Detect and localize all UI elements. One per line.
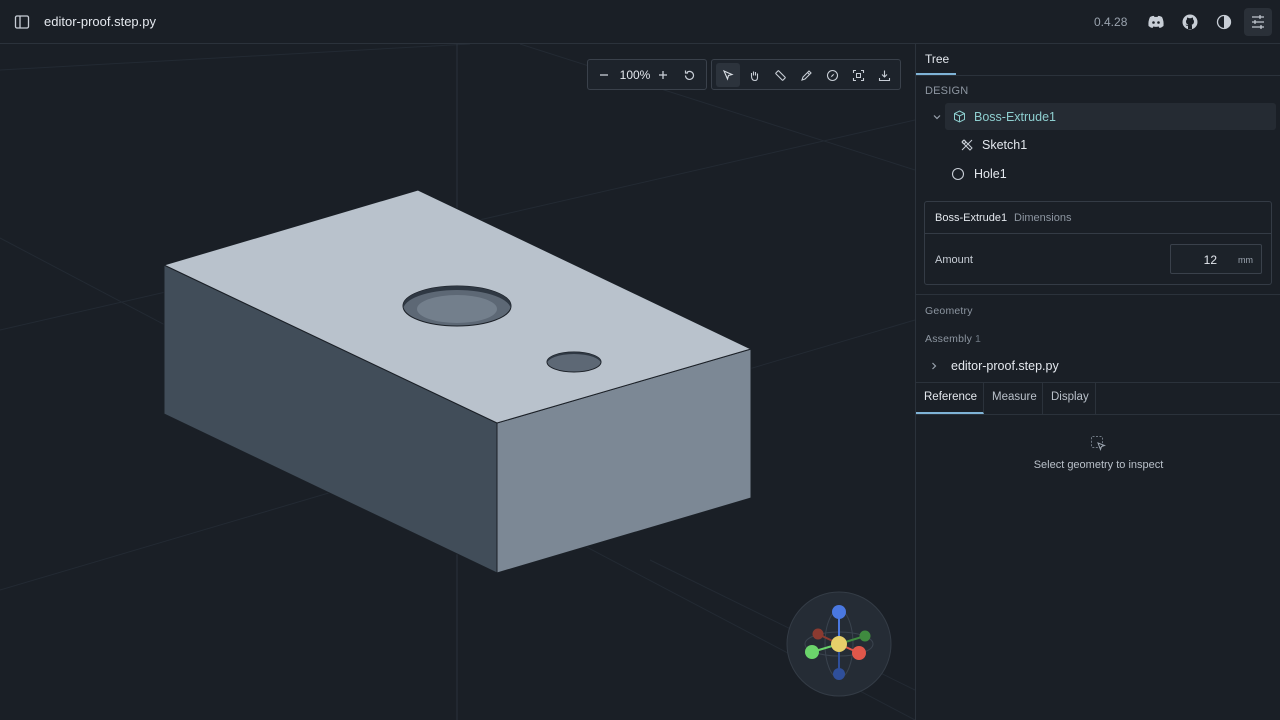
tree-item-hole1[interactable]: Hole1 — [945, 160, 1276, 187]
chevron-right-icon[interactable] — [929, 361, 939, 371]
dimensions-card: Boss-Extrude1 Dimensions Amount 12 mm — [924, 201, 1272, 285]
inspector-panel: Tree DESIGN Boss-Extrude1 Sketch1 Hole1 … — [915, 44, 1280, 720]
axis-z-neg — [833, 668, 845, 680]
axis-x-neg — [812, 628, 824, 640]
zoom-level: 100% — [619, 68, 651, 82]
chevron-down-icon[interactable] — [932, 112, 942, 122]
file-name: editor-proof.step.py — [44, 14, 157, 29]
discord-icon[interactable] — [1146, 12, 1166, 32]
dimensions-title: Boss-Extrude1 — [935, 212, 1008, 224]
github-icon[interactable] — [1180, 12, 1200, 32]
fit-view-icon — [852, 69, 864, 81]
design-section-label: DESIGN — [925, 85, 969, 97]
version-label: 0.4.28 — [1094, 15, 1128, 29]
zoom-controls: 100% — [587, 59, 707, 90]
plus-icon — [659, 71, 667, 79]
axis-y-pos — [805, 645, 819, 659]
tree-item-label: Sketch1 — [982, 138, 1028, 152]
assembly-count: 1 — [975, 333, 982, 345]
tree-item-label: Hole1 — [974, 167, 1007, 181]
select-icon — [722, 69, 734, 81]
tree-item-sketch1[interactable]: Sketch1 — [945, 131, 1276, 158]
measure-tool-button[interactable] — [771, 66, 789, 84]
zoom-in-button[interactable] — [654, 66, 672, 84]
gizmo-center — [831, 636, 847, 652]
sliders-icon[interactable] — [1244, 8, 1272, 36]
axis-z-pos — [832, 605, 846, 619]
circle-icon — [951, 167, 965, 181]
3d-viewport[interactable] — [0, 44, 915, 720]
download-button[interactable] — [875, 66, 893, 84]
tool-controls — [711, 59, 901, 90]
orientation-gizmo[interactable] — [786, 591, 892, 697]
assembly-section-label: Assembly — [925, 333, 973, 345]
amount-input[interactable]: 12 mm — [1170, 244, 1262, 274]
pan-tool-button[interactable] — [745, 66, 763, 84]
measure-ruler-icon — [774, 69, 786, 81]
scene-canvas[interactable] — [0, 44, 915, 720]
axis-x-pos — [852, 646, 866, 660]
amount-unit: mm — [1238, 255, 1253, 265]
large-hole[interactable] — [402, 285, 512, 327]
fit-view-button[interactable] — [849, 66, 867, 84]
axis-y-neg — [859, 630, 871, 642]
tab-divider — [916, 75, 1280, 76]
select-tool-button[interactable] — [716, 63, 740, 87]
tab-reference[interactable]: Reference — [916, 383, 984, 414]
amount-value: 12 — [1203, 253, 1217, 267]
sketch-icon — [961, 139, 973, 151]
top-bar: editor-proof.step.py 0.4.28 — [0, 0, 1280, 44]
annotate-tool-button[interactable] — [797, 66, 815, 84]
contrast-icon[interactable] — [1214, 12, 1234, 32]
download-icon — [878, 70, 890, 81]
tab-measure[interactable]: Measure — [984, 383, 1043, 414]
minus-icon — [600, 74, 608, 76]
dimensions-header: Boss-Extrude1 Dimensions — [925, 202, 1271, 234]
amount-label: Amount — [935, 254, 973, 266]
pointer-select-icon — [1091, 436, 1106, 451]
empty-state-text: Select geometry to inspect — [1033, 459, 1164, 471]
zoom-out-button[interactable] — [595, 66, 613, 84]
tab-tree[interactable]: Tree — [916, 44, 956, 75]
tree-item-label: Boss-Extrude1 — [974, 110, 1056, 124]
small-hole[interactable] — [546, 351, 602, 373]
sidebar-toggle-icon[interactable] — [14, 14, 30, 30]
explode-tool-button[interactable] — [823, 66, 841, 84]
dimensions-subtitle: Dimensions — [1014, 212, 1072, 224]
tree-item-boss-extrude1[interactable]: Boss-Extrude1 — [933, 103, 1276, 130]
assembly-item[interactable]: editor-proof.step.py — [925, 352, 1275, 379]
tab-display[interactable]: Display — [1043, 383, 1096, 414]
geometry-section-label: Geometry — [925, 305, 973, 317]
compass-icon — [826, 69, 838, 81]
section-divider — [916, 294, 1280, 295]
pan-hand-icon — [750, 71, 758, 81]
tab-divider — [916, 414, 1280, 415]
assembly-item-label: editor-proof.step.py — [951, 359, 1059, 373]
annotate-pen-icon — [800, 69, 812, 81]
reset-icon — [684, 70, 694, 80]
cube-icon — [954, 110, 965, 123]
reset-view-button[interactable] — [680, 66, 698, 84]
